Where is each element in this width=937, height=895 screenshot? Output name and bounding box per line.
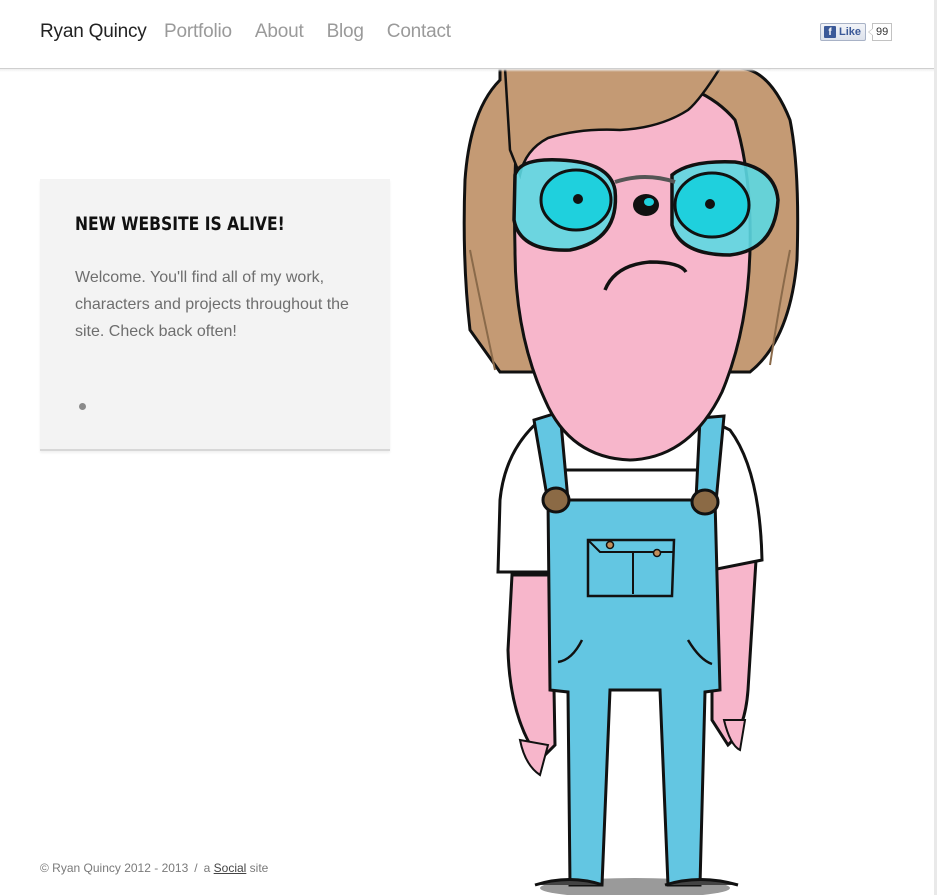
facebook-like-count: 99 (867, 23, 893, 41)
news-card: NEW WEBSITE IS ALIVE! Welcome. You'll fi… (40, 179, 390, 451)
footer-separator: / (194, 861, 198, 875)
facebook-like-label: Like (839, 26, 862, 38)
footer-copyright: © Ryan Quincy 2012 - 2013 (40, 861, 189, 875)
footer-prefix: a (203, 861, 211, 875)
cartoon-character-illustration (462, 11, 800, 895)
footer-suffix: site (249, 861, 269, 875)
brand-link[interactable]: Ryan Quincy (40, 21, 147, 43)
site-header: Ryan Quincy Portfolio About Blog Contact… (0, 0, 934, 69)
footer-social-link[interactable]: Social (214, 861, 247, 875)
news-body: Welcome. You'll find all of my work, cha… (75, 269, 349, 340)
header-divider (0, 69, 934, 72)
nav-link-portfolio[interactable]: Portfolio (164, 21, 232, 43)
nav-link-blog[interactable]: Blog (327, 21, 364, 43)
nav-link-about[interactable]: About (255, 21, 304, 43)
main-nav: Portfolio About Blog Contact (164, 21, 451, 43)
page: Ryan Quincy Portfolio About Blog Contact… (0, 0, 937, 895)
facebook-like-widget: f Like 99 (820, 23, 893, 41)
news-title: NEW WEBSITE IS ALIVE! (75, 213, 285, 235)
nav-link-contact[interactable]: Contact (387, 21, 451, 43)
facebook-like-button[interactable]: f Like (820, 23, 867, 41)
slide-indicator-dot[interactable] (79, 403, 86, 410)
facebook-f-icon: f (824, 26, 836, 38)
site-footer: © Ryan Quincy 2012 - 2013 / a Social site (40, 861, 268, 875)
